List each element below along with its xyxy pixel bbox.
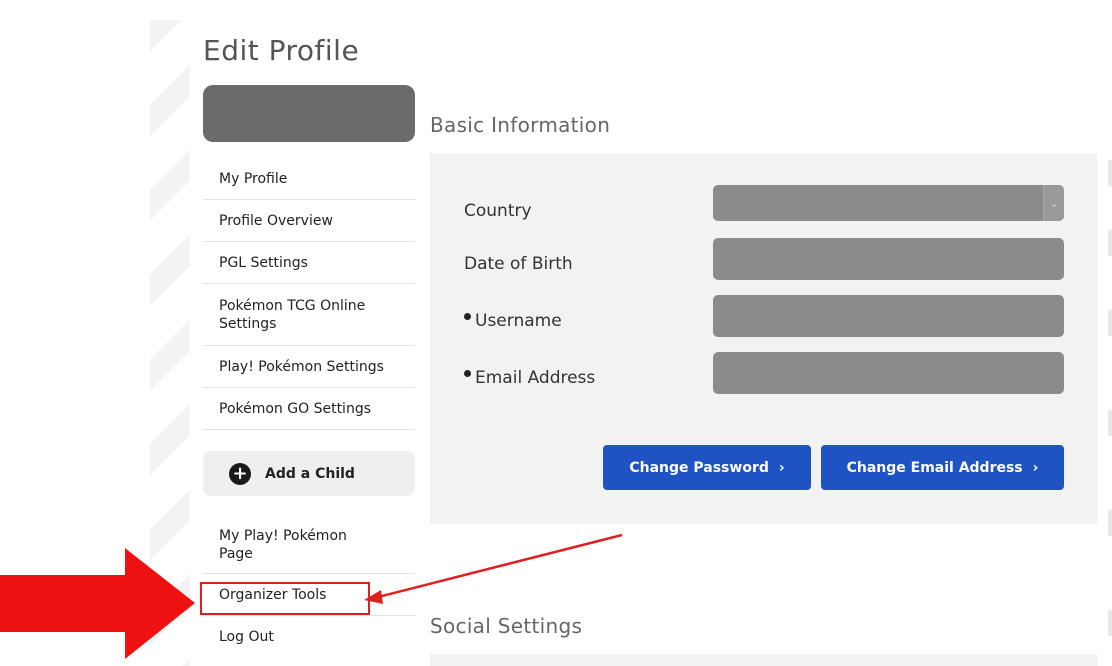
organizer-tools-highlight — [200, 582, 370, 615]
add-child-button[interactable]: + Add a Child — [203, 451, 415, 496]
add-child-label: Add a Child — [265, 465, 355, 482]
change-email-address-button[interactable]: Change Email Address › — [821, 445, 1064, 490]
sidebar-item-pgl-settings[interactable]: PGL Settings — [203, 242, 415, 284]
sidebar-item-tcg-online-settings[interactable]: Pokémon TCG Online Settings — [203, 284, 415, 346]
basic-information-heading: Basic Information — [430, 113, 611, 137]
country-select[interactable]: ⌄ — [713, 185, 1064, 221]
chevron-down-icon: ⌄ — [1043, 185, 1064, 221]
chevron-right-icon: › — [778, 459, 785, 476]
sidebar-item-log-out[interactable]: Log Out — [203, 616, 415, 658]
required-dot-icon — [464, 369, 471, 377]
sidebar-item-my-profile[interactable]: My Profile — [203, 159, 415, 200]
chevron-right-icon: › — [1032, 459, 1039, 476]
email-address-field[interactable] — [713, 352, 1064, 394]
date-of-birth-field[interactable] — [713, 238, 1064, 280]
username-field[interactable] — [713, 295, 1064, 337]
email-address-label: Email Address — [464, 368, 595, 388]
sidebar-item-play-pokemon-settings[interactable]: Play! Pokémon Settings — [203, 346, 415, 388]
right-edge-marks — [1108, 160, 1112, 636]
sidebar-item-profile-overview[interactable]: Profile Overview — [203, 200, 415, 242]
sidebar-item-my-play-pokemon-page[interactable]: My Play! Pokémon Page — [203, 516, 415, 574]
plus-circle-icon: + — [229, 462, 251, 485]
required-dot-icon — [464, 312, 471, 320]
username-label: Username — [464, 311, 562, 331]
social-settings-panel — [430, 654, 1097, 666]
change-password-button[interactable]: Change Password › — [603, 445, 811, 490]
decorative-stripes — [150, 20, 190, 666]
social-settings-heading: Social Settings — [430, 614, 583, 638]
sidebar-nav: My Profile Profile Overview PGL Settings… — [203, 159, 415, 430]
country-label: Country — [464, 201, 532, 221]
page-title: Edit Profile — [203, 34, 360, 67]
sidebar-item-pokemon-go-settings[interactable]: Pokémon GO Settings — [203, 388, 415, 430]
profile-avatar-placeholder — [203, 85, 415, 142]
date-of-birth-label: Date of Birth — [464, 254, 573, 274]
